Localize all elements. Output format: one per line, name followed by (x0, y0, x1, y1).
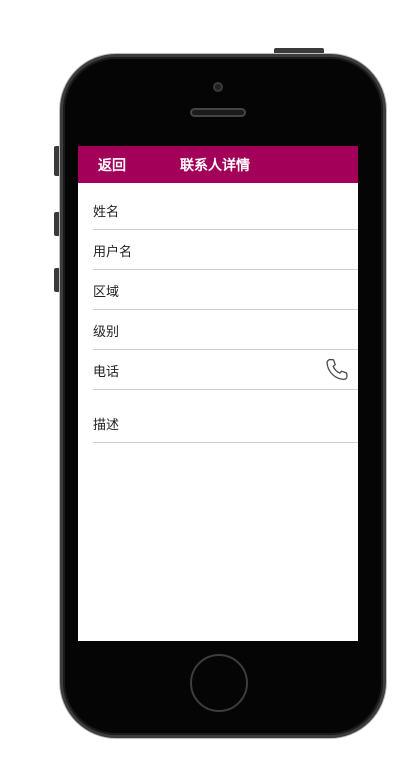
field-label: 电话 (93, 365, 120, 380)
field-row-username: 用户名 (93, 230, 358, 270)
back-button[interactable]: 返回 (98, 155, 126, 175)
field-label: 描述 (93, 418, 120, 433)
field-label: 姓名 (93, 205, 120, 220)
field-row-level: 级别 (93, 310, 358, 350)
contact-detail-list: 姓名 用户名 区域 级别 电话 描述 (78, 190, 358, 443)
front-camera (213, 82, 223, 92)
field-label: 区域 (93, 285, 120, 300)
field-row-phone: 电话 (93, 350, 358, 390)
page-title: 联系人详情 (180, 158, 250, 174)
app-screen: 返回 联系人详情 姓名 用户名 区域 级别 电话 描述 (78, 146, 358, 641)
field-label: 用户名 (93, 245, 133, 260)
field-row-region: 区域 (93, 270, 358, 310)
earpiece-speaker (190, 108, 246, 117)
field-row-name: 姓名 (93, 190, 358, 230)
field-label: 级别 (93, 325, 120, 340)
phone-icon[interactable] (324, 357, 350, 383)
field-row-description: 描述 (93, 390, 358, 443)
nav-header: 返回 联系人详情 (78, 146, 358, 183)
home-button[interactable] (190, 654, 248, 712)
